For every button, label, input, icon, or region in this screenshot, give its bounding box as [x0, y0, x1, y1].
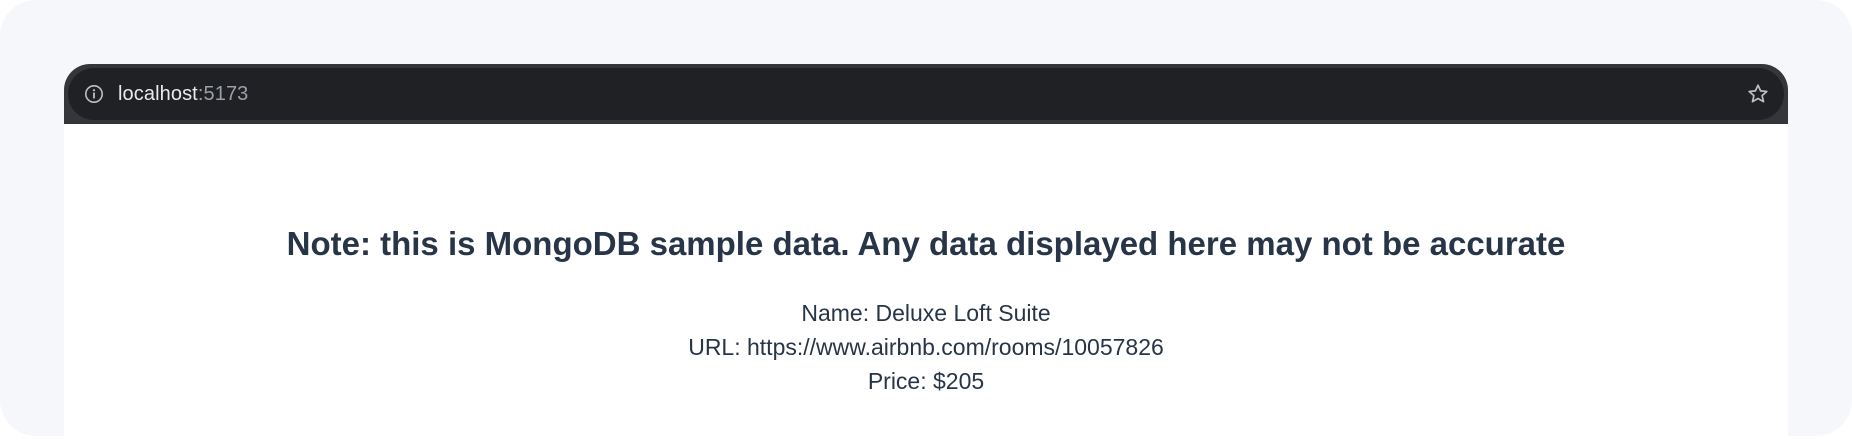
info-icon[interactable]: [84, 84, 104, 104]
listing-price: $205: [933, 368, 985, 394]
browser-window: localhost:5173 Note: this is MongoDB sam…: [64, 64, 1788, 444]
listing-details: Name: Deluxe Loft Suite URL: https://www…: [64, 296, 1788, 398]
page-content: Note: this is MongoDB sample data. Any d…: [64, 124, 1788, 444]
desktop-frame: localhost:5173 Note: this is MongoDB sam…: [0, 0, 1852, 444]
address-bar[interactable]: localhost:5173: [68, 68, 1784, 120]
listing-url-row: URL: https://www.airbnb.com/rooms/100578…: [64, 330, 1788, 364]
price-label: Price:: [867, 368, 933, 394]
listing-name: Deluxe Loft Suite: [875, 300, 1051, 326]
bookmark-star-icon[interactable]: [1746, 82, 1770, 106]
address-url[interactable]: localhost:5173: [118, 81, 248, 107]
url-host: localhost: [118, 83, 198, 105]
sample-data-note: Note: this is MongoDB sample data. Any d…: [286, 225, 1566, 262]
browser-toolbar: localhost:5173: [64, 64, 1788, 124]
listing-name-row: Name: Deluxe Loft Suite: [64, 296, 1788, 330]
url-label: URL:: [688, 334, 747, 360]
name-label: Name:: [801, 300, 876, 326]
url-port: :5173: [197, 83, 249, 105]
listing-url: https://www.airbnb.com/rooms/10057826: [747, 334, 1164, 360]
listing-price-row: Price: $205: [64, 364, 1788, 398]
